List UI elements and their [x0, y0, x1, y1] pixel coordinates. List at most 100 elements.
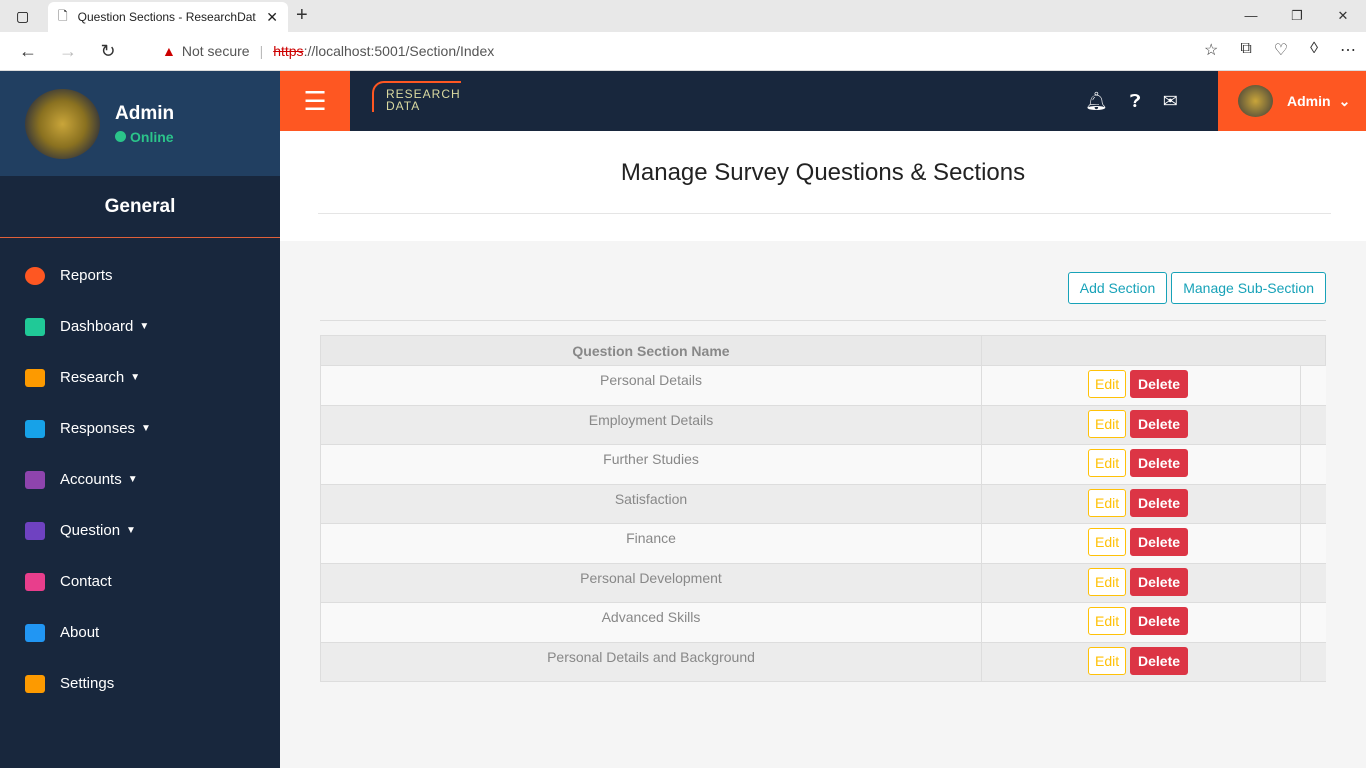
profile-name: Admin: [115, 102, 175, 124]
delete-button[interactable]: Delete: [1130, 607, 1189, 635]
close-window-button[interactable]: ✕: [1320, 0, 1366, 32]
sidebar-item-about[interactable]: About: [0, 607, 280, 658]
page-title: Manage Survey Questions & Sections: [620, 159, 1026, 186]
table-row: Personal Development Edit Delete: [320, 562, 1326, 603]
sections-table: Question Section Name Personal Details Ed…: [320, 335, 1326, 682]
map-icon: [25, 470, 45, 489]
delete-button[interactable]: Delete: [1130, 567, 1189, 596]
copy-icon: [25, 368, 45, 387]
sidebar-item-label: Research: [60, 369, 125, 386]
edit-button[interactable]: Edit: [1088, 370, 1127, 398]
topbar: ☰ RESEARCH DATA 🔔︎ ❓︎ ✉ Admin ⌄: [280, 71, 1366, 131]
section-name: Finance: [320, 523, 982, 564]
send-icon: [25, 572, 45, 591]
section-name: Satisfaction: [320, 483, 982, 524]
sidebar-item-label: About: [60, 624, 100, 641]
delete-button[interactable]: Delete: [1130, 370, 1189, 398]
table-row: Advanced Skills Edit Delete: [320, 602, 1326, 643]
new-tab-button[interactable]: +: [296, 4, 308, 27]
sidebar-item-label: Dashboard: [60, 318, 134, 335]
sidebar-item-responses[interactable]: Responses ▼: [0, 403, 280, 454]
table-row: Satisfaction Edit Delete: [320, 483, 1326, 524]
tab-actions-icon[interactable]: ▢: [16, 8, 29, 25]
caret-down-icon: ▼: [130, 372, 141, 383]
edit-button[interactable]: Edit: [1088, 567, 1127, 596]
delete-button[interactable]: Delete: [1130, 409, 1189, 438]
edit-button[interactable]: Edit: [1088, 646, 1127, 675]
table-row: Personal Details and Background Edit Dele…: [320, 641, 1326, 682]
logo[interactable]: RESEARCH DATA: [372, 81, 461, 112]
not-secure-label[interactable]: Not secure: [182, 43, 250, 59]
section-name: Advanced Skills: [320, 602, 982, 643]
sidebar-item-research[interactable]: Research ▼: [0, 352, 280, 403]
sidebar-item-dashboard[interactable]: Dashboard ▼: [0, 301, 280, 352]
sidebar-item-contact[interactable]: Contact: [0, 556, 280, 607]
delete-button[interactable]: Delete: [1130, 488, 1189, 517]
favorites-icon[interactable]: ☆: [1204, 40, 1218, 60]
page-header: Manage Survey Questions & Sections: [280, 131, 1366, 241]
health-icon[interactable]: ♡: [1274, 40, 1288, 60]
table-row: Finance Edit Delete: [320, 523, 1326, 564]
table-row: Further Studies Edit Delete: [320, 444, 1326, 485]
sidebar-item-label: Responses: [60, 420, 136, 437]
section-name: Personal Details: [320, 365, 982, 406]
caret-down-icon: ▼: [141, 423, 151, 434]
section-name: Employment Details: [320, 404, 982, 445]
manage-sub-section-button[interactable]: Manage Sub-Section: [1171, 272, 1326, 304]
column-header: Question Section Name: [320, 335, 982, 366]
browser-tab[interactable]: 🗋 Question Sections - ResearchDat ✕: [48, 2, 288, 32]
edit-button[interactable]: Edit: [1088, 528, 1127, 556]
url-text: ://localhost:5001/Section/Index: [303, 43, 495, 59]
minimize-button[interactable]: —: [1228, 0, 1274, 32]
help-icon[interactable]: ❓︎: [1130, 91, 1141, 112]
sidebar-item-label: Question: [60, 522, 121, 539]
extension-icon[interactable]: ◊: [1310, 40, 1318, 60]
refresh-button[interactable]: ↻: [88, 41, 128, 62]
sidebar-item-label: Settings: [60, 675, 115, 692]
status-badge: Online: [115, 129, 174, 145]
edit-button[interactable]: Edit: [1088, 607, 1127, 635]
more-icon[interactable]: ⋯: [1340, 40, 1356, 60]
forward-button[interactable]: →: [48, 41, 88, 62]
bell-icon[interactable]: 🔔︎: [1085, 91, 1108, 112]
delete-button[interactable]: Delete: [1130, 449, 1189, 477]
user-name: Admin: [1287, 93, 1331, 109]
sidebar-item-label: Accounts: [60, 471, 122, 488]
sidebar-item-reports[interactable]: Reports: [0, 250, 280, 301]
back-button[interactable]: ←: [8, 41, 48, 62]
edit-button[interactable]: Edit: [1088, 449, 1127, 477]
user-menu[interactable]: Admin ⌄: [1218, 71, 1366, 131]
sidebar-item-question[interactable]: Question ▼: [0, 505, 280, 556]
page-icon: 🗋: [58, 8, 68, 23]
edit-button[interactable]: Edit: [1088, 488, 1127, 517]
browser-tabbar: ▢ 🗋 Question Sections - ResearchDat ✕ + …: [0, 0, 1366, 32]
url-field[interactable]: ▲ Not secure | https ://localhost:5001/S…: [144, 36, 1126, 66]
sidebar-item-settings[interactable]: Settings: [0, 658, 280, 709]
edit-button[interactable]: Edit: [1088, 409, 1127, 438]
avatar: [25, 88, 100, 159]
menu-toggle-button[interactable]: ☰: [280, 71, 350, 131]
delete-button[interactable]: Delete: [1130, 528, 1189, 556]
maximize-button[interactable]: ❐: [1274, 0, 1320, 32]
address-bar-row: ← → ↻ ▲ Not secure | https ://localhost:…: [0, 32, 1366, 71]
close-tab-icon[interactable]: ✕: [266, 9, 278, 26]
section-name: Personal Details and Background: [320, 641, 982, 682]
table-icon: [25, 521, 45, 540]
gear-icon: [25, 674, 45, 693]
sidebar-item-accounts[interactable]: Accounts ▼: [0, 454, 280, 505]
sidebar-item-label: Contact: [60, 573, 112, 590]
profile-panel: Admin Online: [0, 71, 280, 176]
warning-icon: ▲: [162, 43, 176, 59]
delete-button[interactable]: Delete: [1130, 646, 1189, 675]
mail-icon[interactable]: ✉: [1163, 91, 1178, 112]
table-row: Employment Details Edit Delete: [320, 404, 1326, 445]
add-section-button[interactable]: Add Section: [1067, 272, 1168, 304]
chart-icon: [25, 317, 45, 336]
avatar: [1238, 85, 1273, 117]
sidebar: Admin Online General Reports Dashboard ▼ Re…: [0, 71, 280, 768]
url-scheme: https: [273, 43, 304, 59]
collections-icon[interactable]: ⧉: [1240, 40, 1251, 60]
caret-down-icon: ▼: [126, 525, 136, 536]
caret-down-icon: ▼: [139, 321, 150, 332]
section-name: Further Studies: [320, 444, 982, 485]
